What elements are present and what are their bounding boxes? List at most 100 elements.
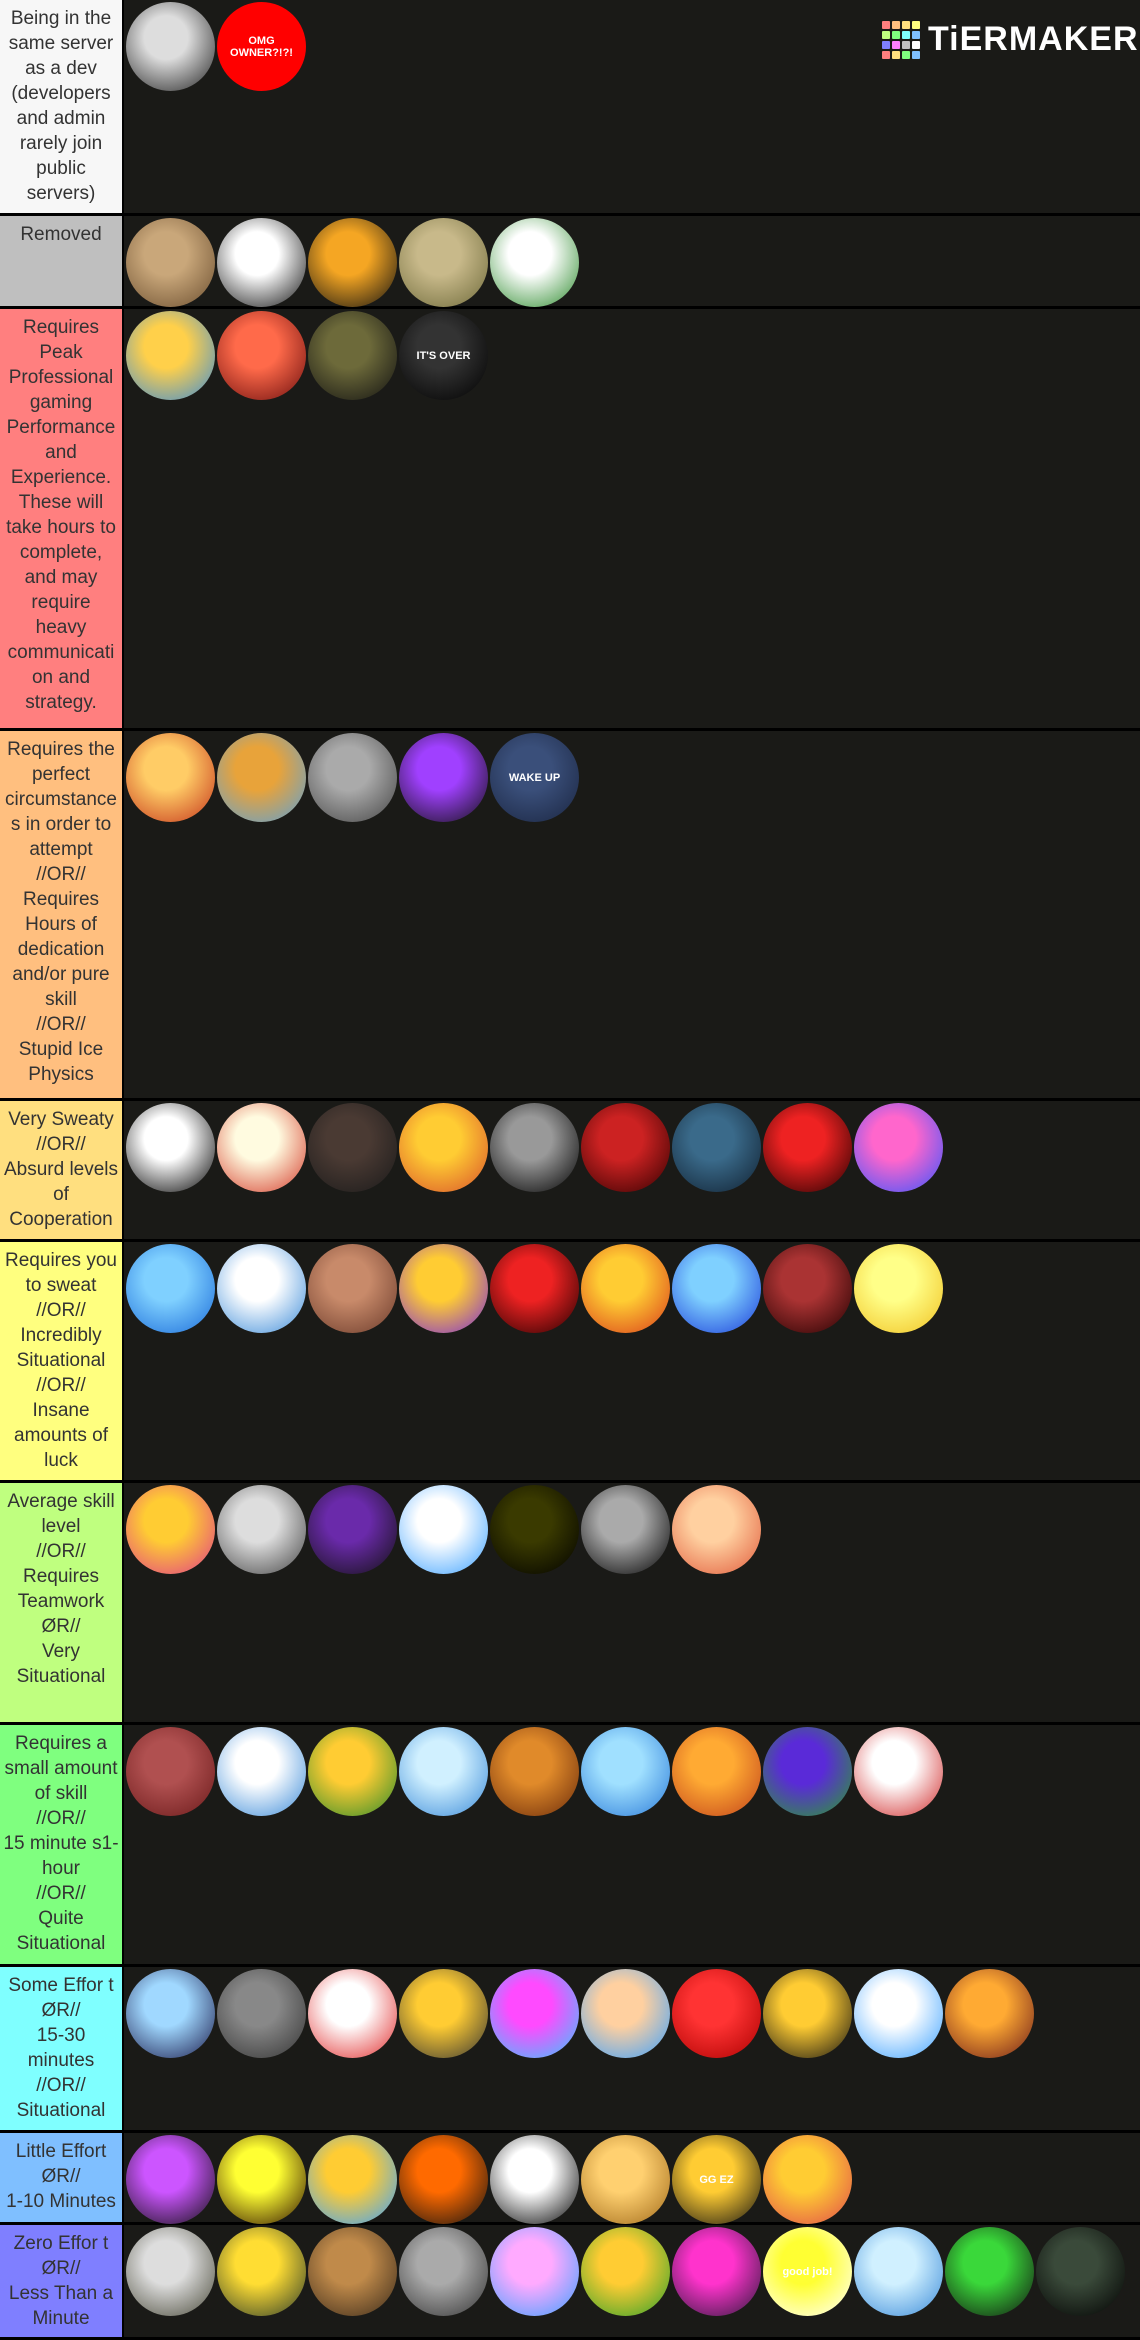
- tier-label[interactable]: Removed: [0, 216, 124, 306]
- tier-item-badge[interactable]: 100: [308, 1969, 397, 2058]
- tier-item-badge[interactable]: [854, 2227, 943, 2316]
- tier-item-badge[interactable]: [399, 1727, 488, 1816]
- tier-item-badge[interactable]: [217, 2227, 306, 2316]
- tier-item-badge[interactable]: [126, 733, 215, 822]
- tier-item-badge[interactable]: [308, 1727, 397, 1816]
- tier-item-badge[interactable]: [399, 733, 488, 822]
- tier-item-badge[interactable]: [672, 1485, 761, 1574]
- tier-item-badge[interactable]: [217, 311, 306, 400]
- tier-items: ✕: [124, 216, 1140, 307]
- tier-item-badge[interactable]: [854, 1727, 943, 1816]
- tier-item-badge[interactable]: [126, 1727, 215, 1816]
- tier-label[interactable]: Being in the same server as a dev (devel…: [0, 0, 124, 213]
- tier-item-badge[interactable]: [308, 1244, 397, 1333]
- tier-item-badge[interactable]: [581, 1727, 670, 1816]
- tier-label[interactable]: Requires a small amount of skill //OR// …: [0, 1725, 124, 1964]
- tier-item-badge[interactable]: ✕: [217, 218, 306, 307]
- tier-row: Requires you to sweat //OR// Incredibly …: [0, 1242, 1140, 1483]
- tier-item-badge[interactable]: GG EZ: [672, 2135, 761, 2224]
- tier-item-badge[interactable]: [945, 1969, 1034, 2058]
- tier-item-badge[interactable]: [126, 2227, 215, 2316]
- tier-label[interactable]: Little Effort ØR// 1-10 Minutes: [0, 2133, 124, 2222]
- tier-items: [124, 1483, 1140, 1722]
- tier-item-badge[interactable]: [854, 1969, 943, 2058]
- tier-item-badge[interactable]: [308, 1103, 397, 1192]
- tier-item-badge[interactable]: [763, 2135, 852, 2224]
- tier-item-badge[interactable]: [490, 1103, 579, 1192]
- tier-item-badge[interactable]: OMG OWNER?!?!: [217, 2, 306, 91]
- tier-item-badge[interactable]: [126, 1969, 215, 2058]
- tier-item-badge[interactable]: [217, 1244, 306, 1333]
- tier-item-badge[interactable]: [490, 1244, 579, 1333]
- tier-row: Removed ✕: [0, 216, 1140, 309]
- tier-item-badge[interactable]: [490, 1969, 579, 2058]
- tier-item-badge[interactable]: [217, 733, 306, 822]
- tier-item-badge[interactable]: [217, 1485, 306, 1574]
- tier-item-badge[interactable]: [308, 1485, 397, 1574]
- tier-item-badge[interactable]: [308, 733, 397, 822]
- tier-item-badge[interactable]: [399, 218, 488, 307]
- tier-row: Requires a small amount of skill //OR// …: [0, 1725, 1140, 1967]
- tier-item-badge[interactable]: [581, 1485, 670, 1574]
- tier-label[interactable]: Some Effor t ØR// 15-30 minutes //OR// S…: [0, 1967, 124, 2130]
- tier-item-badge[interactable]: [672, 1103, 761, 1192]
- tier-item-badge[interactable]: [308, 2227, 397, 2316]
- tier-items: good job!: [124, 2225, 1140, 2337]
- tier-item-badge[interactable]: [581, 2135, 670, 2224]
- tier-item-badge[interactable]: [672, 1727, 761, 1816]
- tier-label[interactable]: Very Sweaty //OR// Absurd levels of Coop…: [0, 1101, 124, 1239]
- tier-item-badge[interactable]: [217, 2135, 306, 2224]
- tier-item-badge[interactable]: [126, 2135, 215, 2224]
- tier-item-badge[interactable]: [763, 1244, 852, 1333]
- tier-item-badge[interactable]: [581, 1103, 670, 1192]
- tier-row: Requires Peak Professional gaming Perfor…: [0, 309, 1140, 731]
- tier-item-badge[interactable]: [126, 218, 215, 307]
- tier-item-badge[interactable]: [763, 1727, 852, 1816]
- tier-item-badge[interactable]: [399, 1244, 488, 1333]
- tier-item-badge[interactable]: [490, 2135, 579, 2224]
- tier-item-badge[interactable]: [581, 1969, 670, 2058]
- tier-item-badge[interactable]: [581, 1244, 670, 1333]
- tier-label[interactable]: Zero Effor t ØR// Less Than a Minute: [0, 2225, 124, 2337]
- tier-item-badge[interactable]: [217, 1969, 306, 2058]
- tier-item-badge[interactable]: [308, 311, 397, 400]
- tier-item-badge[interactable]: [581, 2227, 670, 2316]
- tier-row: Requires the perfect circumstance s in o…: [0, 731, 1140, 1101]
- tier-item-badge[interactable]: good job!: [763, 2227, 852, 2316]
- tier-item-badge[interactable]: [854, 1103, 943, 1192]
- tier-item-badge[interactable]: [399, 1969, 488, 2058]
- tier-row: Being in the same server as a dev (devel…: [0, 0, 1140, 216]
- tier-item-badge[interactable]: [763, 1969, 852, 2058]
- tier-item-badge[interactable]: [126, 1103, 215, 1192]
- tier-item-badge[interactable]: [126, 1244, 215, 1333]
- tier-item-badge[interactable]: [308, 218, 397, 307]
- tier-item-badge[interactable]: WAKE UP: [490, 733, 579, 822]
- tier-item-badge[interactable]: [672, 1244, 761, 1333]
- tier-item-badge[interactable]: [217, 1103, 306, 1192]
- tier-item-badge[interactable]: [672, 2227, 761, 2316]
- tier-item-badge[interactable]: [854, 1244, 943, 1333]
- tier-item-badge[interactable]: [763, 1103, 852, 1192]
- tier-items: IT'S OVER: [124, 309, 1140, 728]
- tier-item-badge[interactable]: [672, 1969, 761, 2058]
- tier-item-badge[interactable]: [399, 1103, 488, 1192]
- tier-item-badge[interactable]: [217, 1727, 306, 1816]
- tier-item-badge[interactable]: [126, 1485, 215, 1574]
- tier-label[interactable]: Requires Peak Professional gaming Perfor…: [0, 309, 124, 728]
- tier-item-badge[interactable]: [490, 1727, 579, 1816]
- tier-item-badge[interactable]: [399, 2227, 488, 2316]
- tier-item-badge[interactable]: [945, 2227, 1034, 2316]
- tier-item-badge[interactable]: [490, 2227, 579, 2316]
- tier-item-badge[interactable]: [126, 2, 215, 91]
- tier-item-badge[interactable]: [1036, 2227, 1125, 2316]
- tier-item-badge[interactable]: [399, 1485, 488, 1574]
- tier-label[interactable]: Requires the perfect circumstance s in o…: [0, 731, 124, 1098]
- tier-item-badge[interactable]: [490, 1485, 579, 1574]
- tier-label[interactable]: Average skill level //OR// Requires Team…: [0, 1483, 124, 1722]
- tier-item-badge[interactable]: [399, 2135, 488, 2224]
- tier-label[interactable]: Requires you to sweat //OR// Incredibly …: [0, 1242, 124, 1480]
- tier-item-badge[interactable]: IT'S OVER: [399, 311, 488, 400]
- tier-item-badge[interactable]: [490, 218, 579, 307]
- tier-item-badge[interactable]: [126, 311, 215, 400]
- tier-item-badge[interactable]: [308, 2135, 397, 2224]
